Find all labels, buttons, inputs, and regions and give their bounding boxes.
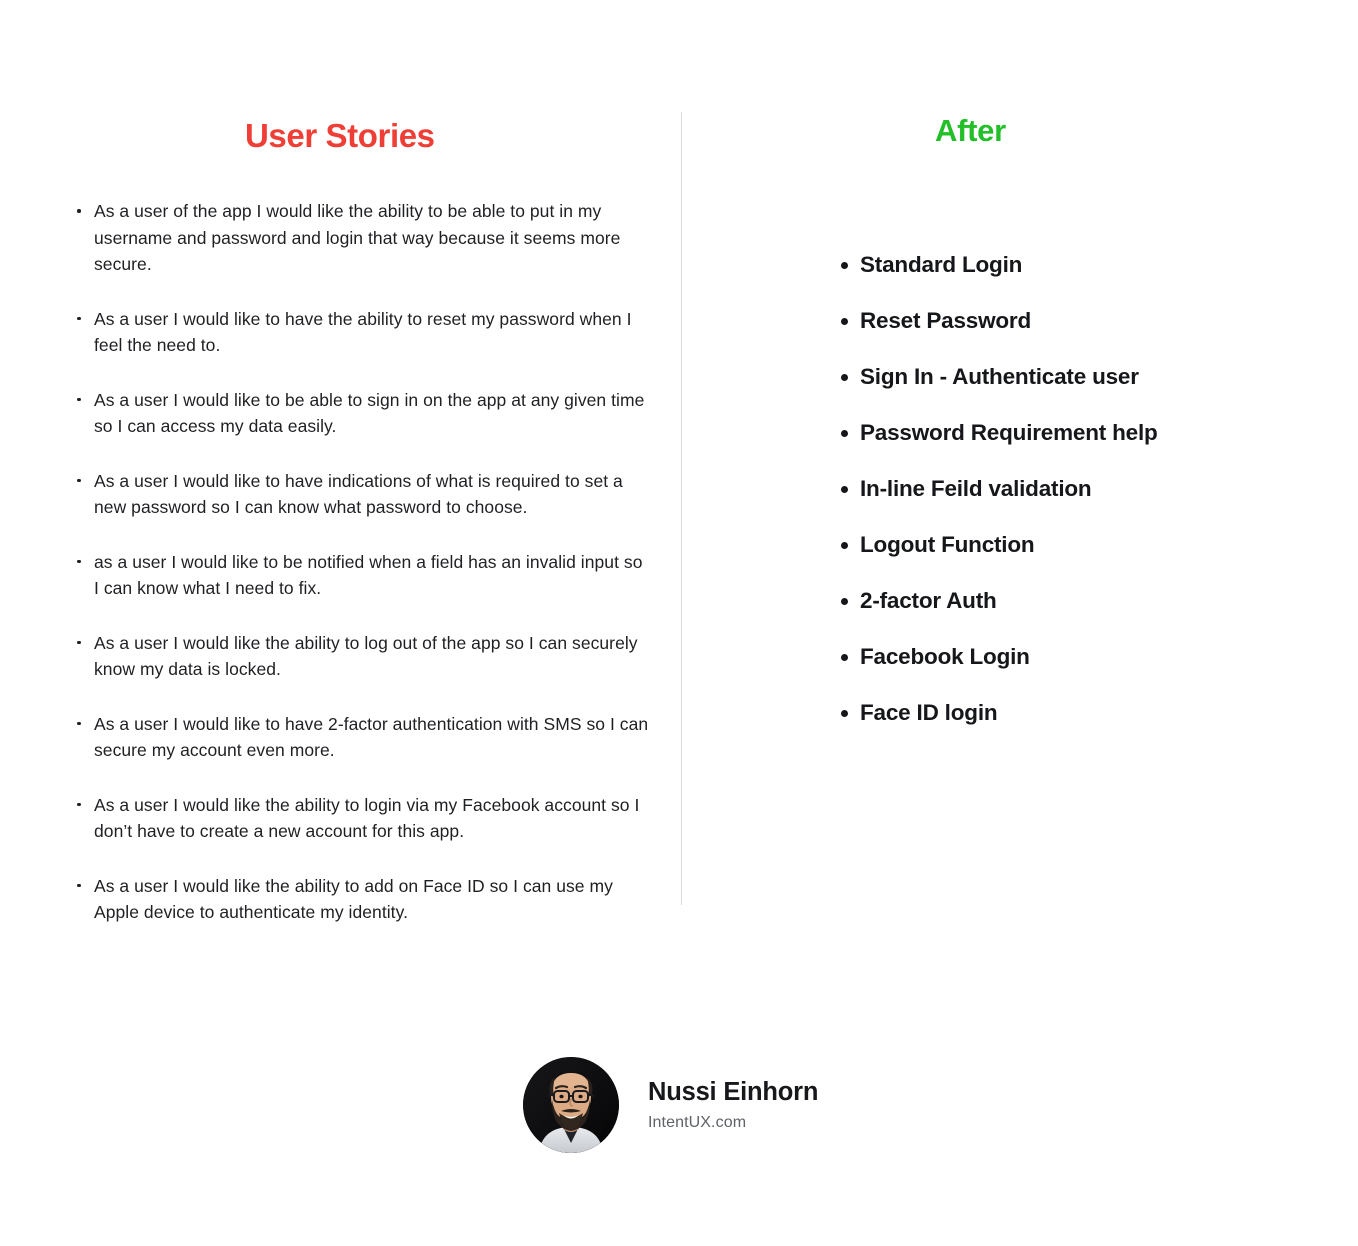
after-feature-item: Standard Login [760, 248, 1280, 282]
bullet-dot-icon [77, 802, 81, 807]
after-heading: After [935, 113, 1006, 148]
bullet-dot-icon [841, 262, 848, 270]
after-feature-text: 2-factor Auth [860, 588, 997, 614]
user-story-text: As a user I would like to have 2-factor … [94, 713, 649, 761]
author-name: Nussi Einhorn [648, 1078, 819, 1106]
bullet-dot-icon [77, 721, 81, 726]
bullet-dot-icon [841, 374, 848, 382]
column-divider [681, 112, 682, 905]
user-story-item: As a user I would like the ability to ad… [70, 873, 650, 926]
bullet-dot-icon [841, 430, 848, 438]
bullet-dot-icon [841, 654, 848, 662]
after-feature-text: Standard Login [860, 252, 1023, 278]
user-story-text: As a user I would like the ability to lo… [94, 632, 638, 680]
after-feature-item: In-line Feild validation [760, 472, 1280, 506]
after-feature-item: Face ID login [760, 696, 1280, 730]
user-story-text: As a user I would like the ability to lo… [94, 794, 640, 842]
bullet-dot-icon [77, 209, 81, 213]
after-feature-text: Sign In - Authenticate user [860, 364, 1139, 390]
after-feature-text: Logout Function [860, 532, 1035, 558]
after-feature-text: In-line Feild validation [860, 476, 1092, 502]
after-feature-item: Facebook Login [760, 640, 1280, 674]
bullet-dot-icon [841, 318, 848, 326]
user-stories-column: User Stories As a user of the app I woul… [70, 117, 650, 926]
user-story-item: As a user I would like the ability to lo… [70, 792, 650, 845]
slide-canvas: User Stories As a user of the app I woul… [0, 0, 1358, 1246]
bullet-dot-icon [77, 883, 81, 888]
after-feature-item: Reset Password [760, 304, 1280, 338]
user-story-text: as a user I would like to be notified wh… [94, 551, 643, 599]
after-feature-text: Facebook Login [860, 644, 1030, 670]
bullet-dot-icon [77, 397, 81, 402]
user-story-item: As a user I would like to be able to sig… [70, 387, 650, 440]
after-feature-text: Password Requirement help [860, 420, 1158, 446]
after-features-list: Standard Login Reset Password Sign In - Au… [760, 248, 1280, 730]
user-story-item: As a user of the app I would like the ab… [70, 198, 650, 278]
bullet-dot-icon [77, 559, 81, 564]
user-story-item: As a user I would like to have indicatio… [70, 468, 650, 521]
bullet-dot-icon [77, 478, 81, 483]
avatar [523, 1057, 619, 1153]
user-story-text: As a user I would like to have indicatio… [94, 470, 623, 518]
after-column: After Standard Login Reset Password Sign I… [760, 113, 1280, 730]
after-feature-text: Reset Password [860, 308, 1032, 334]
user-story-item: As a user I would like to have the abili… [70, 306, 650, 359]
user-story-text: As a user I would like the ability to ad… [94, 875, 613, 923]
after-feature-item: 2-factor Auth [760, 584, 1280, 618]
author-website: IntentUX.com [648, 1114, 747, 1131]
after-feature-text: Face ID login [860, 700, 998, 726]
after-feature-item: Password Requirement help [760, 416, 1280, 450]
bullet-dot-icon [841, 710, 848, 718]
user-story-text: As a user I would like to have the abili… [94, 308, 632, 356]
user-stories-list: As a user of the app I would like the ab… [70, 198, 650, 926]
after-feature-item: Sign In - Authenticate user [760, 360, 1280, 394]
user-stories-heading: User Stories [245, 117, 435, 154]
bullet-dot-icon [841, 542, 848, 550]
byline-text: Nussi Einhorn IntentUX.com [648, 1077, 818, 1133]
bullet-dot-icon [77, 316, 81, 321]
after-feature-item: Logout Function [760, 528, 1280, 562]
user-story-text: As a user of the app I would like the ab… [94, 201, 621, 275]
bullet-dot-icon [77, 640, 81, 645]
user-story-item: As a user I would like the ability to lo… [70, 630, 650, 683]
user-story-text: As a user I would like to be able to sig… [94, 389, 645, 437]
bullet-dot-icon [841, 486, 848, 494]
author-byline: Nussi Einhorn IntentUX.com [523, 1057, 818, 1153]
user-story-item: As a user I would like to have 2-factor … [70, 711, 650, 764]
bullet-dot-icon [841, 598, 848, 606]
user-story-item: as a user I would like to be notified wh… [70, 549, 650, 602]
person-photo-avatar-icon [523, 1057, 619, 1153]
